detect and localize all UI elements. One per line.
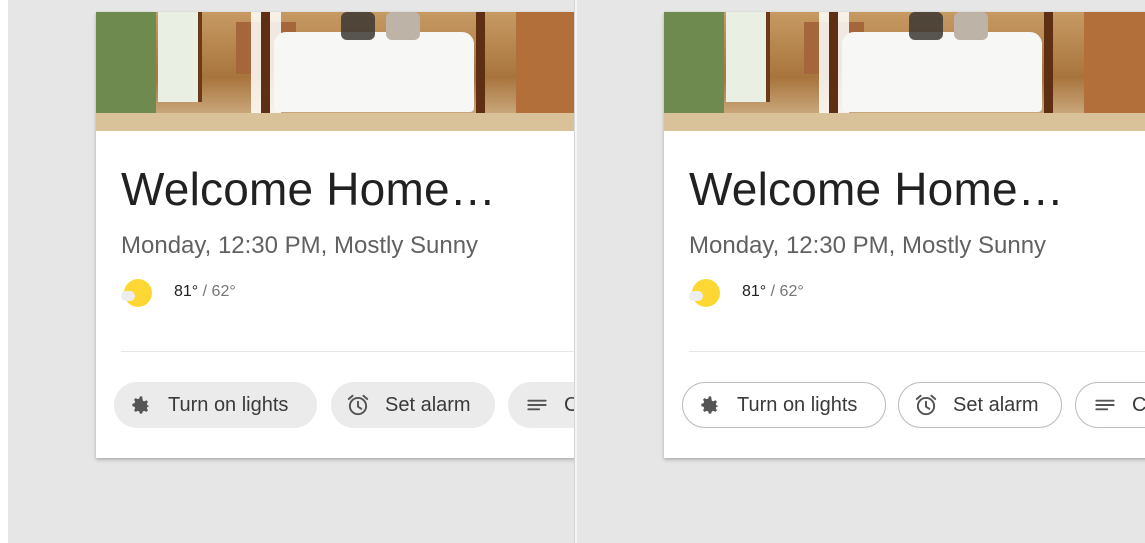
temperature-high: 81° xyxy=(742,283,767,300)
suggestion-chips: Turn on lights Set alarm C xyxy=(682,382,1145,430)
menu-icon xyxy=(524,392,550,418)
chip-label: C xyxy=(564,393,574,416)
outlined-chips-panel: Welcome Home… Monday, 12:30 PM, Mostly S… xyxy=(577,0,1145,543)
bedroom-hero-image xyxy=(96,12,574,131)
chip-label: Turn on lights xyxy=(737,393,858,416)
turn-on-lights-chip[interactable]: Turn on lights xyxy=(682,382,886,428)
chip-label: Turn on lights xyxy=(168,393,289,416)
bedroom-hero-image xyxy=(664,12,1145,131)
card-subtitle: Monday, 12:30 PM, Mostly Sunny xyxy=(121,232,479,259)
divider xyxy=(121,351,574,352)
card-title: Welcome Home… xyxy=(121,163,496,215)
temperature-high: 81° xyxy=(174,283,199,300)
suggestion-chips: Turn on lights Set alarm C xyxy=(114,382,574,430)
temperature-low: / 62° xyxy=(766,283,804,300)
chip-label: C xyxy=(1132,393,1145,416)
welcome-card: Welcome Home… Monday, 12:30 PM, Mostly S… xyxy=(96,12,574,458)
chip-label: Set alarm xyxy=(385,393,471,416)
welcome-card: Welcome Home… Monday, 12:30 PM, Mostly S… xyxy=(664,12,1145,458)
alarm-icon xyxy=(345,392,371,418)
partial-chip[interactable]: C xyxy=(1075,382,1145,428)
menu-icon xyxy=(1092,392,1118,418)
temperature-range: 81° / 62° xyxy=(174,283,236,301)
filled-chips-panel: Welcome Home… Monday, 12:30 PM, Mostly S… xyxy=(8,0,574,543)
weather-row: 81° / 62° xyxy=(689,276,804,308)
partly-sunny-icon xyxy=(689,277,720,308)
turn-on-lights-chip[interactable]: Turn on lights xyxy=(114,382,317,428)
card-subtitle: Monday, 12:30 PM, Mostly Sunny xyxy=(689,232,1047,259)
set-alarm-chip[interactable]: Set alarm xyxy=(331,382,495,428)
card-title: Welcome Home… xyxy=(689,163,1064,215)
temperature-low: / 62° xyxy=(198,283,236,300)
alarm-icon xyxy=(913,392,939,418)
partial-chip[interactable]: C xyxy=(508,382,574,428)
temperature-range: 81° / 62° xyxy=(742,283,804,301)
divider xyxy=(689,351,1145,352)
chip-label: Set alarm xyxy=(953,393,1039,416)
set-alarm-chip[interactable]: Set alarm xyxy=(898,382,1062,428)
weather-row: 81° / 62° xyxy=(121,276,236,308)
gear-icon xyxy=(697,392,723,418)
gear-icon xyxy=(128,392,154,418)
partly-sunny-icon xyxy=(121,277,152,308)
